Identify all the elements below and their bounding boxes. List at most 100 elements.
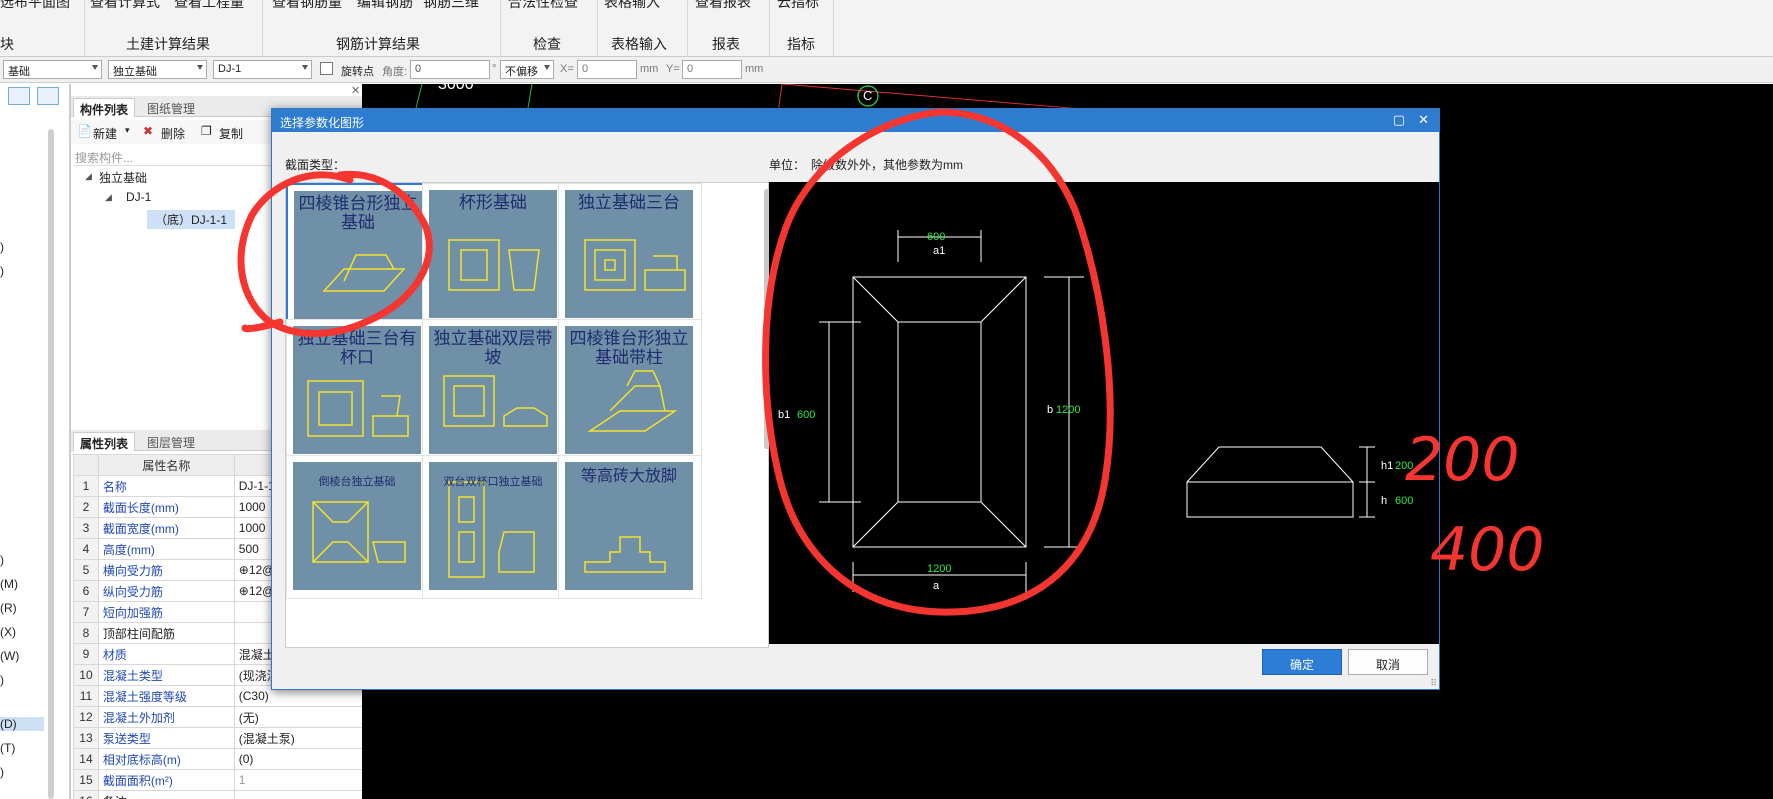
close-icon[interactable]: ✕ (1418, 113, 1429, 127)
dim-b-value: 1200 (1056, 404, 1080, 416)
row-number: 7 (73, 601, 99, 623)
cup-footing-icon: 杯形基础 (429, 190, 557, 318)
module-label[interactable]: (W) (0, 649, 19, 663)
module-label-selected[interactable]: (D) (0, 717, 44, 731)
dim-b-label: b (1047, 404, 1053, 416)
resize-grip-icon[interactable]: ⠿ (1430, 678, 1437, 689)
axis-label: 3000 (438, 84, 474, 93)
layer-combo[interactable]: 基础 (3, 60, 102, 79)
property-name: 混凝土类型 (97, 664, 235, 686)
x-label: X= (560, 63, 574, 75)
tree-expand-icon[interactable]: ◢ (85, 171, 92, 182)
type-combo[interactable]: 独立基础 (108, 60, 207, 79)
unit-label: 单位： (769, 158, 806, 172)
property-name: 备注 (97, 790, 235, 799)
plan-outer-rect (852, 276, 1027, 548)
tree-node-root[interactable]: 独立基础 (99, 169, 147, 186)
shape-thumb-7[interactable]: 倒棱台独立基础 (286, 455, 430, 599)
chevron-down-icon (302, 65, 308, 70)
plan-inner-rect (897, 321, 982, 503)
ribbon-group-table-input: 表格输入 (611, 36, 667, 52)
ribbon-item-cloud-index[interactable]: 云指标 (777, 0, 819, 12)
unit-text: 除级数外外，其他参数为mm (811, 158, 963, 172)
list-view-icon[interactable] (8, 87, 30, 105)
property-name: 横向受力筋 (97, 559, 235, 581)
shape-thumb-2[interactable]: 杯形基础 (422, 183, 566, 327)
dim-b1-label: b1 (778, 409, 790, 421)
maximize-icon[interactable]: ▢ (1393, 113, 1405, 127)
dialog-title: 选择参数化图形 (280, 116, 365, 130)
tree-node-leaf[interactable]: （底）DJ-1-1 (147, 210, 236, 229)
ribbon-separator (769, 0, 770, 56)
row-number: 8 (73, 622, 99, 644)
tab-component-list[interactable]: 构件列表 (73, 98, 136, 117)
module-label[interactable]: ) (0, 264, 4, 278)
tab-layer-management[interactable]: 图层管理 (141, 432, 201, 451)
angle-input[interactable]: 0 (410, 60, 490, 79)
element-combo[interactable]: DJ-1 (213, 60, 312, 79)
ribbon-item-legality-check[interactable]: 合法性检查 (508, 0, 578, 12)
shape-thumb-4[interactable]: 独立基础三台有杯口 (286, 319, 430, 463)
ribbon-group-left-stub: 块 (0, 36, 14, 52)
delete-button[interactable]: 删除 (161, 125, 185, 142)
table-view-icon[interactable] (37, 87, 59, 105)
shape-thumb-3[interactable]: 独立基础三台 (558, 183, 702, 327)
pyramid-column-footing-icon: 四棱锥台形独立基础带柱 (565, 326, 693, 454)
ribbon-item-edit-rebar[interactable]: 编辑钢筋 (357, 0, 413, 12)
shape-preview: 600 a1 b1 600 b 1200 1200 a h1 200 h 600 (769, 182, 1439, 644)
y-unit-label: mm (745, 63, 764, 75)
new-button[interactable]: 新建 (93, 125, 117, 142)
row-number: 5 (73, 559, 99, 581)
ribbon-item-rebar-3d[interactable]: 钢筋三维 (423, 0, 479, 12)
dialog-title-bar[interactable]: 选择参数化图形 (272, 109, 1439, 132)
shape-thumb-1[interactable]: 四棱锥台形独立基础 (286, 183, 430, 327)
three-step-cup-footing-icon: 独立基础三台有杯口 (293, 326, 421, 454)
ribbon-item-view-formula[interactable]: 查看计算式 (90, 0, 160, 12)
shape-thumb-6[interactable]: 四棱锥台形独立基础带柱 (558, 319, 702, 463)
cancel-button[interactable]: 取消 (1348, 649, 1428, 675)
ribbon-item-table-input[interactable]: 表格输入 (604, 0, 660, 12)
section-type-label: 截面类型： (285, 158, 346, 172)
tree-expand-icon[interactable]: ◢ (105, 192, 112, 203)
module-label[interactable]: ) (0, 673, 4, 687)
ribbon-item-view-report[interactable]: 查看报表 (695, 0, 751, 12)
shape-caption: 独立基础双层带坡 (433, 329, 553, 368)
shape-gallery: 四棱锥台形独立基础 杯形基础 独立基础三台独立基础三台有杯口 独立基础双层带坡 四棱锥台… (285, 182, 769, 648)
left-module-strip: ) ) ) (M) (R) (X) (W) ) (D) (T) ) (0, 84, 70, 799)
ribbon-item-view-rebar[interactable]: 查看钢筋量 (272, 0, 342, 12)
ribbon-item-layout-plan[interactable]: 选布平面图 (0, 0, 70, 12)
module-label[interactable]: (R) (0, 601, 17, 615)
chevron-down-icon[interactable]: ▾ (125, 125, 130, 136)
module-label[interactable]: ) (0, 553, 4, 567)
module-label[interactable]: (M) (0, 577, 18, 591)
copy-button[interactable]: 复制 (219, 125, 243, 142)
y-offset-input[interactable]: 0 (682, 60, 742, 79)
left-strip-scrollbar[interactable] (48, 129, 54, 799)
tree-node-child[interactable]: DJ-1 (126, 190, 151, 204)
ribbon-separator (687, 0, 688, 56)
x-unit-label: mm (640, 63, 659, 75)
module-label[interactable]: ) (0, 240, 4, 254)
preview-drawing: 600 a1 b1 600 b 1200 1200 a h1 200 h 600 (778, 230, 1413, 592)
offset-combo-value: 不偏移 (505, 66, 538, 78)
ok-button[interactable]: 确定 (1262, 649, 1342, 675)
shape-caption: 独立基础三台有杯口 (297, 329, 417, 368)
shape-thumb-9[interactable]: 等高砖大放脚 (558, 455, 702, 599)
y-label: Y= (666, 63, 680, 75)
rotate-point-checkbox[interactable] (320, 62, 333, 75)
offset-combo[interactable]: 不偏移 (500, 60, 554, 79)
chevron-down-icon (544, 65, 550, 70)
ribbon-item-view-quantity[interactable]: 查看工程量 (174, 0, 244, 12)
shape-thumb-8[interactable]: 双台双杯口独立基础 (422, 455, 566, 599)
tab-drawing-management[interactable]: 图纸管理 (141, 98, 201, 117)
shape-thumb-5[interactable]: 独立基础双层带坡 (422, 319, 566, 463)
x-offset-input[interactable]: 0 (577, 60, 637, 79)
pyramid-footing-icon: 四棱锥台形独立基础 (294, 191, 422, 319)
property-name: 相对底标高(m) (97, 748, 235, 770)
tab-property-list[interactable]: 属性列表 (73, 432, 136, 451)
module-label[interactable]: (T) (0, 741, 15, 755)
module-label[interactable]: ) (0, 765, 4, 779)
module-label[interactable]: (X) (0, 625, 16, 639)
shape-caption: 双台双杯口独立基础 (443, 475, 543, 488)
dim-h1-label: h1 (1381, 460, 1393, 472)
